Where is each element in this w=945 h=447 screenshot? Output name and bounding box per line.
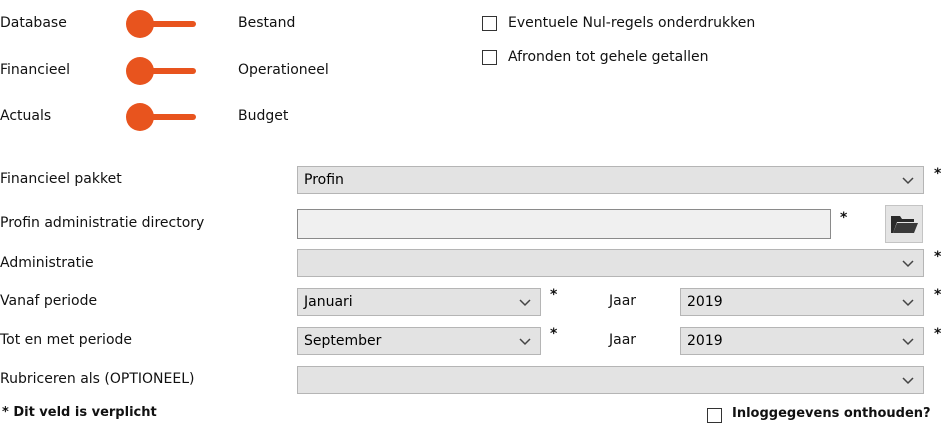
toggle-bestand-label: Bestand — [238, 15, 296, 31]
from-period-label: Vanaf periode — [0, 293, 98, 309]
chevron-down-icon — [519, 338, 531, 346]
classify-select[interactable] — [297, 366, 924, 394]
database-bestand-toggle[interactable] — [126, 10, 198, 38]
from-year-value: 2019 — [687, 294, 723, 310]
from-period-select[interactable]: Januari — [297, 288, 541, 316]
package-label: Financieel pakket — [0, 171, 122, 187]
from-year-select[interactable]: 2019 — [680, 288, 924, 316]
suppress-zero-checkbox[interactable] — [482, 16, 497, 31]
administration-select[interactable] — [297, 249, 924, 277]
from-year-label: Jaar — [609, 293, 637, 309]
chevron-down-icon — [902, 377, 914, 385]
to-period-select[interactable]: September — [297, 327, 541, 355]
remember-label: Inloggegevens onthouden? — [732, 406, 931, 421]
chevron-down-icon — [902, 260, 914, 268]
toggle-knob — [126, 57, 154, 85]
package-value: Profin — [304, 172, 344, 188]
chevron-down-icon — [902, 338, 914, 346]
required-marker: * — [934, 166, 942, 182]
to-period-value: September — [304, 333, 382, 349]
chevron-down-icon — [519, 299, 531, 307]
directory-label: Profin administratie directory — [0, 215, 205, 231]
chevron-down-icon — [902, 177, 914, 185]
administration-label: Administratie — [0, 255, 94, 271]
financieel-operationeel-toggle[interactable] — [126, 57, 198, 85]
required-marker: * — [934, 326, 942, 342]
toggle-actuals-label: Actuals — [0, 108, 52, 124]
package-select[interactable]: Profin — [297, 166, 924, 194]
to-period-label: Tot en met periode — [0, 332, 133, 348]
required-marker: * — [934, 249, 942, 265]
actuals-budget-toggle[interactable] — [126, 103, 198, 131]
round-label: Afronden tot gehele getallen — [508, 49, 709, 65]
toggle-knob — [126, 103, 154, 131]
round-checkbox[interactable] — [482, 50, 497, 65]
to-year-label: Jaar — [609, 332, 637, 348]
from-period-value: Januari — [304, 294, 353, 310]
toggle-knob — [126, 10, 154, 38]
toggle-database-label: Database — [0, 15, 67, 31]
toggle-financieel-label: Financieel — [0, 62, 70, 78]
required-marker: * — [550, 287, 558, 303]
to-year-value: 2019 — [687, 333, 723, 349]
suppress-zero-label: Eventuele Nul-regels onderdrukken — [508, 15, 756, 31]
folder-icon — [891, 216, 918, 233]
toggle-operationeel-label: Operationeel — [238, 62, 329, 78]
remember-checkbox[interactable] — [707, 408, 722, 423]
chevron-down-icon — [902, 299, 914, 307]
browse-folder-button[interactable] — [885, 205, 923, 243]
required-marker: * — [934, 287, 942, 303]
toggle-budget-label: Budget — [238, 108, 289, 124]
classify-label: Rubriceren als (OPTIONEEL) — [0, 371, 195, 387]
required-marker: * — [550, 326, 558, 342]
to-year-select[interactable]: 2019 — [680, 327, 924, 355]
directory-input[interactable] — [297, 209, 831, 239]
required-marker: * — [840, 210, 848, 226]
required-note: * Dit veld is verplicht — [2, 405, 157, 420]
